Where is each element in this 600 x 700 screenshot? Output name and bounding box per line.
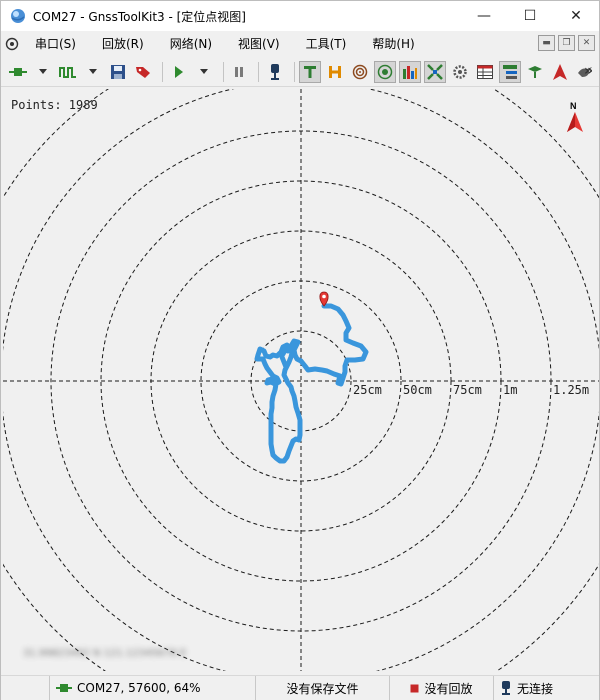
status-port: COM27, 57600, 64% — [49, 675, 255, 700]
close-button[interactable]: ✕ — [553, 1, 599, 31]
system-menu-icon[interactable] — [1, 31, 23, 57]
maximize-button[interactable]: ☐ — [507, 1, 553, 31]
app-logo-icon — [11, 9, 25, 23]
receiver-icon — [502, 681, 510, 695]
menu-help[interactable]: 帮助(H) — [360, 31, 428, 57]
status-bar: COM27, 57600, 64% 没有保存文件 没有回放 无连接 — [1, 675, 599, 700]
tree-view-button[interactable] — [499, 60, 521, 83]
save-button[interactable] — [107, 61, 129, 83]
minimize-icon: ▬ — [542, 38, 551, 48]
status-port-text: COM27, 57600, 64% — [77, 681, 201, 695]
minimize-icon: — — [477, 8, 491, 24]
satellite-icon — [427, 63, 443, 80]
settings-button[interactable] — [449, 61, 471, 83]
menu-serial[interactable]: 串口(S) — [23, 31, 90, 57]
position-track — [254, 303, 369, 464]
window-title: COM27 - GnssToolKit3 - [定位点视图] — [33, 9, 246, 24]
tag-button[interactable] — [132, 61, 154, 83]
close-icon: ✕ — [582, 38, 591, 48]
table-button[interactable] — [474, 61, 496, 83]
receiver-icon — [270, 63, 279, 80]
status-file-text: 没有保存文件 — [286, 681, 359, 696]
bar-chart-button[interactable] — [399, 60, 421, 83]
settings-icon — [453, 64, 467, 79]
marker-dot — [322, 294, 326, 299]
ring-label-50cm: 50cm — [403, 383, 432, 397]
status-file: 没有保存文件 — [255, 675, 389, 700]
title-bar: COM27 - GnssToolKit3 - [定位点视图] — ☐ ✕ — [1, 1, 599, 31]
serial-dropdown-button[interactable] — [32, 61, 54, 83]
app-window: COM27 - GnssToolKit3 - [定位点视图] — ☐ ✕ 串口(… — [0, 0, 600, 700]
ring-label-1m: 1m — [503, 383, 518, 397]
serial-connect-icon — [9, 67, 27, 76]
hex-view-button[interactable] — [324, 61, 346, 83]
navigation-arrow-icon — [553, 63, 567, 80]
status-connection: 无连接 — [493, 675, 597, 700]
satellite-button[interactable] — [424, 60, 446, 83]
toolbar: » — [1, 57, 599, 87]
dropdown-arrow-icon — [89, 68, 97, 74]
hex-view-icon — [329, 65, 341, 78]
mdi-close-button[interactable]: ✕ — [578, 35, 595, 51]
toolbar-overflow-button[interactable]: » — [584, 63, 593, 79]
restore-icon: ❐ — [562, 38, 571, 48]
coordinate-readout: 31.99823492 N 121.12345678 E — [23, 648, 187, 659]
ring-label-1-25m: 1.25m — [553, 383, 590, 397]
table-icon — [477, 64, 493, 79]
mdi-minimize-button[interactable]: ▬ — [538, 35, 555, 51]
status-playback-text: 没有回放 — [424, 681, 473, 696]
close-icon: ✕ — [570, 8, 582, 24]
play-dropdown-button[interactable] — [193, 61, 215, 83]
target-button[interactable] — [349, 61, 371, 83]
tag-icon — [136, 66, 150, 78]
north-indicator: N — [565, 101, 585, 135]
ring-label-25cm: 25cm — [353, 383, 382, 397]
mdi-restore-button[interactable]: ❐ — [558, 35, 575, 51]
north-arrow-icon — [567, 112, 583, 132]
serial-connect-icon — [56, 684, 72, 692]
play-icon — [174, 65, 183, 78]
position-view-icon — [377, 64, 393, 79]
pause-icon — [235, 66, 243, 77]
navigation-button[interactable] — [549, 61, 571, 83]
position-view-button[interactable] — [374, 60, 396, 83]
ring-label-75cm: 75cm — [453, 383, 482, 397]
menu-tools[interactable]: 工具(T) — [294, 31, 361, 57]
bar-chart-icon — [403, 65, 417, 79]
status-connection-text: 无连接 — [517, 681, 554, 696]
menu-playback[interactable]: 回放(R) — [90, 31, 158, 57]
menu-network[interactable]: 网络(N) — [158, 31, 226, 57]
dropdown-arrow-icon — [199, 68, 208, 74]
north-letter: N — [570, 101, 577, 111]
receiver-button[interactable] — [264, 61, 286, 83]
status-playback: 没有回放 — [389, 675, 493, 700]
signal-wave-icon — [59, 66, 76, 78]
tree-view-icon — [503, 64, 517, 79]
target-icon — [352, 64, 368, 79]
position-plot[interactable]: Points: 1989 N 25cm 50cm 75cm 1m 1.25m 3… — [3, 89, 599, 671]
signal-button[interactable] — [57, 61, 79, 83]
signal-dropdown-button[interactable] — [82, 61, 104, 83]
pause-button[interactable] — [228, 61, 250, 83]
serial-connect-button[interactable] — [7, 61, 29, 83]
text-view-button[interactable] — [299, 60, 321, 83]
points-count-label: Points: 1989 — [11, 98, 98, 112]
maximize-icon: ☐ — [523, 8, 537, 24]
antenna-button[interactable] — [524, 61, 546, 83]
menu-view[interactable]: 视图(V) — [226, 31, 294, 57]
menu-bar: 串口(S) 回放(R) 网络(N) 视图(V) 工具(T) 帮助(H) — [1, 31, 599, 57]
position-plot-svg — [3, 89, 599, 671]
play-button[interactable] — [168, 61, 190, 83]
minimize-button[interactable]: — — [461, 1, 507, 31]
stop-icon — [410, 684, 419, 692]
save-icon — [111, 64, 125, 79]
text-view-icon — [304, 65, 316, 78]
antenna-icon — [528, 65, 542, 78]
dropdown-arrow-icon — [39, 68, 47, 74]
